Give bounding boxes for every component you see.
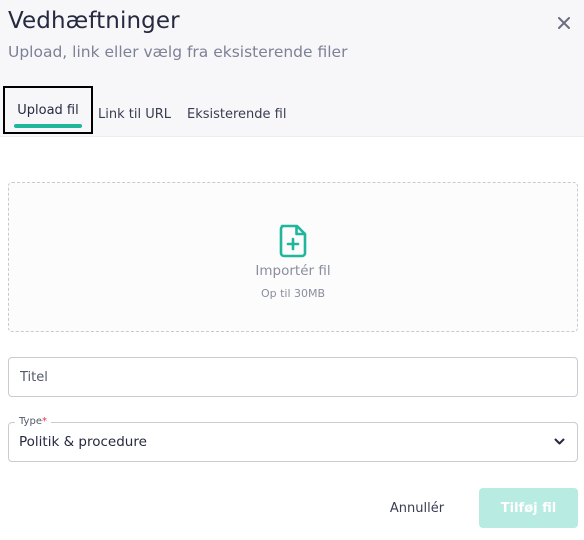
type-label: Type* [15,415,51,429]
tab-upload-file-label: Upload fil [17,102,79,118]
title-input[interactable] [8,357,578,397]
tab-existing-file[interactable]: Eksisterende fil [187,92,286,137]
tab-existing-file-label: Eksisterende fil [187,107,287,122]
tab-bar: Upload fil Link til URL Eksisterende fil [0,86,584,137]
tab-link-url-label: Link til URL [98,107,171,122]
close-button[interactable] [553,12,575,34]
close-icon [558,17,570,29]
file-plus-icon [279,224,307,258]
tab-upload-file[interactable]: Upload fil [3,86,93,134]
type-select[interactable]: Type* Politik & procedure [8,415,578,462]
tab-link-url[interactable]: Link til URL [98,92,171,137]
type-label-text: Type [19,416,42,427]
file-dropzone[interactable]: Importér fil Op til 30MB [8,182,578,332]
dialog-header: Vedhæftninger Upload, link eller vælg fr… [0,0,584,92]
type-select-value: Politik & procedure [19,434,147,450]
dialog-subtitle: Upload, link eller vælg fra eksisterende… [8,43,348,61]
file-size-hint: Op til 30MB [260,287,326,300]
required-mark: * [41,416,47,427]
cancel-button[interactable]: Annullér [378,488,456,528]
import-file-label: Importér fil [255,263,331,279]
chevron-down-icon [554,438,565,445]
active-tab-indicator [14,124,82,128]
add-file-button[interactable]: Tilføj fil [479,488,578,528]
dialog-title: Vedhæftninger [8,8,180,34]
